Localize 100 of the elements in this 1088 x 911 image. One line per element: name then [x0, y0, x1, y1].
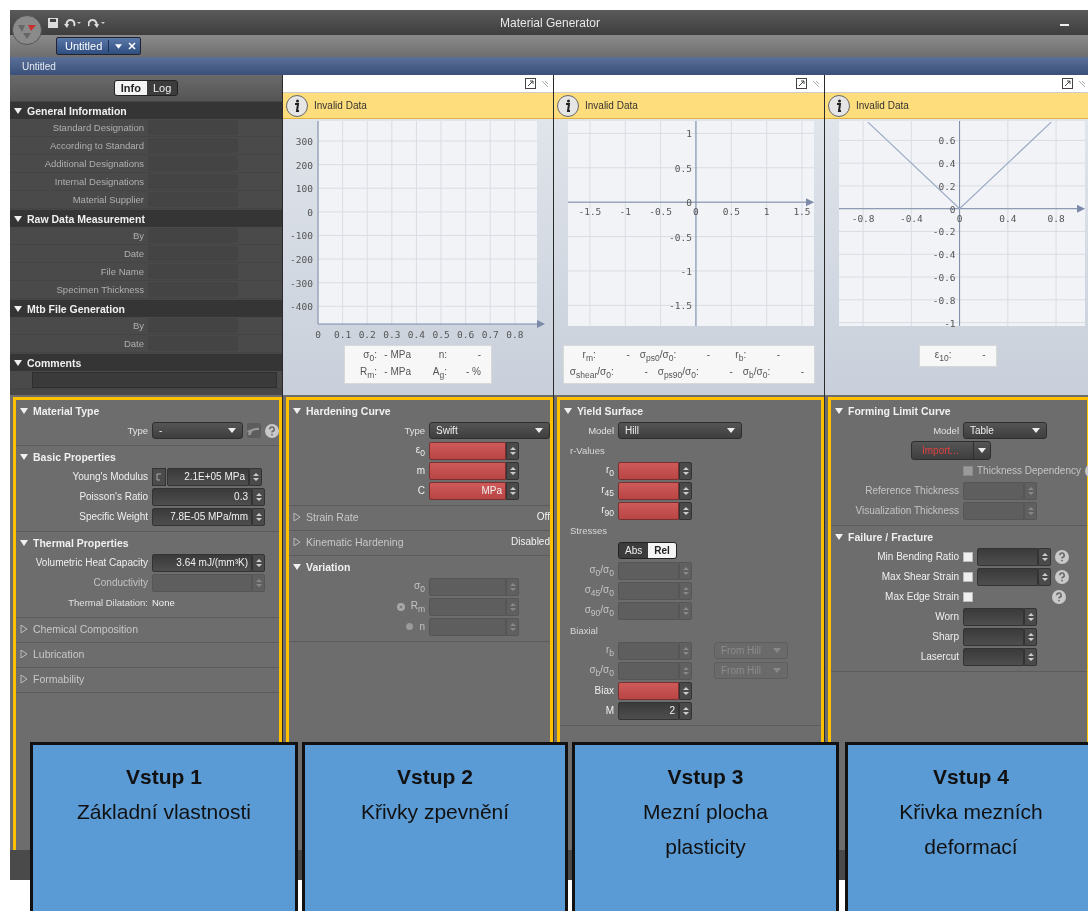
tick-label: 1	[686, 128, 692, 140]
field-label: Specimen Thickness	[55, 284, 145, 295]
field-label: σ$_{b}$/σ$_{0}$	[589, 663, 614, 678]
annotation-text: Základní vlastnosti	[76, 799, 252, 825]
field-label: Date	[122, 338, 145, 349]
tick-label: 100	[295, 183, 313, 195]
tick-label: -0.4	[932, 249, 956, 261]
field-label: R$_{m}$	[410, 599, 425, 614]
field-label: r$_{0}$	[605, 463, 614, 478]
field-label: Sharp	[932, 631, 959, 642]
field-label: Max Edge Strain	[885, 591, 959, 602]
tick-label: 0	[956, 212, 963, 224]
tick-label: 0.3	[383, 329, 401, 340]
tick-label: -0.6	[932, 272, 956, 284]
result-value: - %	[465, 366, 481, 377]
tick-label: -0.8	[932, 294, 956, 306]
document-title: Untitled	[22, 60, 56, 72]
tick-label: 0.1	[334, 329, 352, 340]
section-value: Off	[536, 511, 550, 522]
tick-label: -0.5	[649, 206, 673, 218]
tick-label: 0.2	[358, 329, 376, 340]
annotation-title: Vstup 4	[932, 764, 1010, 790]
annotation-text: Křivka mezních deformací	[898, 799, 1044, 860]
field-label: r$_{b}$	[605, 643, 614, 658]
field-label: Material Supplier	[71, 194, 145, 205]
tick-label: 0.4	[938, 158, 956, 170]
field-label: Type	[126, 425, 148, 436]
result-value: - MPa	[383, 349, 411, 360]
field-label: m	[416, 465, 425, 476]
tick-label: -0.2	[932, 226, 956, 238]
field-label: Model	[932, 425, 959, 436]
tick-label: 300	[295, 136, 313, 148]
field-label: Poisson's Ratio	[79, 491, 148, 502]
field-label: σ$_{0}$/σ$_{0}$	[589, 563, 614, 578]
field-label: Max Shear Strain	[881, 571, 959, 582]
tick-label: -100	[290, 230, 313, 242]
tick-label: 0.2	[938, 180, 956, 192]
result-label: r$_{b}$:	[734, 349, 747, 363]
result-label: σ$_{ps0}$/σ$_{0}$:	[639, 349, 677, 363]
tick-label: -1	[619, 206, 631, 218]
tick-label: 0.5	[722, 206, 740, 218]
result-value: -	[705, 349, 711, 360]
field-label: Additional Designations	[43, 158, 145, 169]
result-label: σ$_{b}$/σ$_{0}$:	[742, 366, 771, 380]
result-label: n:	[437, 349, 447, 360]
checkbox-label: Thickness Dependency	[977, 465, 1081, 476]
tick-label: 0.8	[1047, 212, 1065, 224]
window-title: Material Generator	[500, 15, 600, 30]
field-label: σ$_{0}$	[414, 579, 425, 594]
field-value: None	[152, 597, 175, 608]
field-label: Thermal Dilatation:	[67, 597, 148, 608]
field-label: Date	[122, 248, 145, 259]
result-label: A$_{g}$:	[431, 366, 447, 380]
status-message: Invalid Data	[585, 100, 638, 111]
field-label: σ$_{45}$/σ$_{0}$	[584, 583, 614, 598]
status-message: Invalid Data	[314, 100, 367, 111]
tick-label: 0.8	[506, 329, 524, 340]
tick-label: -300	[290, 277, 313, 289]
group-caption: r-Values	[570, 445, 605, 456]
result-value: - MPa	[383, 366, 411, 377]
field-label: Worn	[935, 611, 959, 622]
result-label: σ$_{0}$:	[362, 349, 377, 363]
tick-label: -1	[944, 317, 956, 329]
tick-label: 1	[763, 206, 770, 218]
field-label: Model	[587, 425, 614, 436]
tick-label: 200	[295, 159, 313, 171]
field-label: r$_{90}$	[601, 503, 614, 518]
tick-label: -1.5	[578, 206, 602, 218]
annotation-title: Vstup 1	[125, 764, 203, 790]
field-label: Specific Weight	[79, 511, 148, 522]
tick-label: 0.6	[938, 135, 956, 147]
field-label: σ$_{90}$/σ$_{0}$	[584, 603, 614, 618]
result-label: σ$_{shear}$/σ$_{0}$:	[569, 366, 614, 380]
section-value: Disabled	[511, 536, 550, 547]
group-caption: Biaxial	[570, 625, 598, 636]
field-label: Visualization Thickness	[855, 505, 959, 516]
field-label: r$_{45}$	[601, 483, 614, 498]
field-label: Lasercut	[920, 651, 959, 662]
field-label: Volumetric Heat Capacity	[35, 557, 148, 568]
tick-label: 0.7	[481, 329, 499, 340]
field-label: Type	[403, 425, 425, 436]
result-label: r$_{m}$:	[581, 349, 596, 363]
tick-label: 0	[949, 203, 956, 215]
tick-label: -200	[290, 254, 313, 266]
field-label: Reference Thickness	[865, 485, 959, 496]
field-label: Standard Designation	[51, 122, 145, 133]
tick-label: 1.5	[793, 206, 811, 218]
field-label: Min Bending Ratio	[877, 551, 959, 562]
field-label: Conductivity	[93, 577, 148, 588]
field-label: ε$_{0}$	[415, 443, 425, 458]
tick-label: 0.4	[407, 329, 425, 340]
result-label: R$_{m}$:	[358, 366, 377, 380]
result-value: -	[625, 349, 630, 360]
result-value: -	[775, 349, 781, 360]
result-value: -	[728, 366, 733, 377]
result-label: ε$_{10}$:	[933, 349, 952, 363]
tick-label: -1.5	[669, 300, 692, 312]
tick-label: -400	[290, 301, 313, 313]
tick-label: -0.8	[851, 212, 875, 224]
tick-label: 0	[686, 197, 692, 209]
